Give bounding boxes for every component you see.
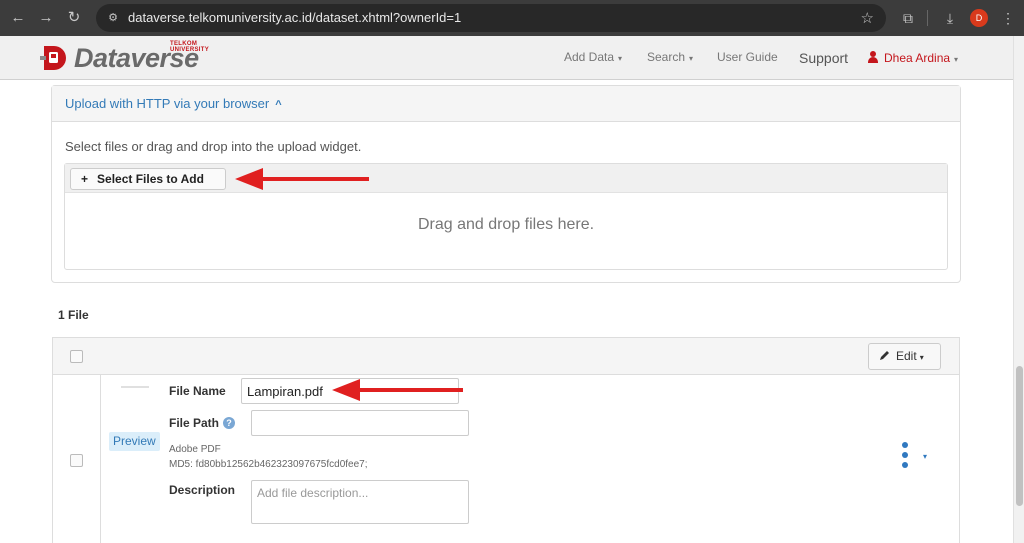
- chevron-down-icon[interactable]: ▾: [923, 452, 927, 461]
- upload-header-link[interactable]: Upload with HTTP via your browser ^: [65, 96, 282, 111]
- browser-menu-icon[interactable]: ⋮: [998, 8, 1018, 28]
- file-row-checkbox[interactable]: [70, 454, 83, 467]
- file-count: 1 File: [58, 308, 89, 322]
- file-table-header: Edit ▾: [53, 338, 959, 375]
- download-icon[interactable]: ⤓: [940, 8, 960, 28]
- nav-search-label: Search: [647, 50, 686, 64]
- extensions-icon[interactable]: ⧉: [898, 8, 918, 28]
- column-divider: [100, 375, 101, 543]
- file-name-label: File Name: [169, 384, 226, 398]
- chevron-down-icon: ▾: [919, 353, 924, 362]
- file-preview-link[interactable]: Preview: [109, 432, 160, 451]
- logo-subtitle: TELKOM UNIVERSITY: [170, 41, 210, 53]
- url-text[interactable]: dataverse.telkomuniversity.ac.id/dataset…: [128, 10, 461, 25]
- chevron-down-icon: ▾: [689, 54, 694, 63]
- dataverse-logo-icon: [40, 46, 66, 70]
- bookmark-star-icon[interactable]: ☆: [861, 9, 874, 27]
- select-files-button[interactable]: + Select Files to Add: [70, 168, 226, 190]
- nav-add-data[interactable]: Add Data ▾: [564, 50, 622, 64]
- nav-user-guide[interactable]: User Guide: [717, 50, 778, 64]
- annotation-arrow-icon: [235, 168, 369, 190]
- profile-avatar[interactable]: D: [970, 9, 988, 27]
- chevron-down-icon: ▾: [954, 55, 959, 64]
- annotation-arrow-icon: [332, 379, 463, 401]
- upload-widget[interactable]: + Select Files to Add Drag and drop files…: [64, 163, 948, 270]
- nav-add-data-label: Add Data: [564, 50, 615, 64]
- dataverse-logo[interactable]: Dataverse TELKOM UNIVERSITY: [40, 41, 210, 75]
- chevron-up-icon: ^: [275, 99, 282, 111]
- scrollbar-thumb[interactable]: [1016, 366, 1023, 506]
- reload-icon[interactable]: ↻: [64, 8, 84, 28]
- toolbar-divider: [927, 10, 928, 26]
- upload-widget-bar: + Select Files to Add: [65, 164, 947, 193]
- file-md5: MD5: fd80bb12562b462323097675fcd0fee7;: [169, 459, 368, 470]
- plus-icon: +: [81, 172, 89, 186]
- file-options-kebab-icon[interactable]: [901, 442, 909, 468]
- file-table: Edit▾ Preview File Name File Path? Adobe…: [52, 337, 960, 543]
- browser-toolbar: ← → ↻ ⚙ dataverse.telkomuniversity.ac.id…: [0, 0, 1024, 36]
- description-label: Description: [169, 483, 236, 497]
- upload-hint: Select files or drag and drop into the u…: [65, 139, 362, 154]
- select-files-label: Select Files to Add: [97, 172, 204, 186]
- select-all-checkbox[interactable]: [70, 350, 83, 363]
- nav-support[interactable]: Support: [799, 50, 848, 66]
- help-icon[interactable]: ?: [223, 417, 236, 429]
- upload-header-label: Upload with HTTP via your browser: [65, 96, 270, 111]
- site-navbar: Dataverse TELKOM UNIVERSITY Add Data ▾ Se…: [0, 36, 1013, 80]
- nav-search[interactable]: Search ▾: [647, 50, 693, 64]
- pencil-icon: [880, 351, 889, 360]
- forward-icon[interactable]: →: [36, 8, 56, 28]
- page-scrollbar[interactable]: [1013, 36, 1024, 543]
- site-settings-icon[interactable]: ⚙: [106, 11, 120, 25]
- file-path-label-text: File Path: [169, 416, 220, 430]
- back-icon[interactable]: ←: [8, 8, 28, 28]
- address-bar[interactable]: ⚙ dataverse.telkomuniversity.ac.id/datas…: [96, 4, 886, 32]
- description-textarea[interactable]: [251, 480, 469, 524]
- chevron-down-icon: ▾: [618, 54, 623, 63]
- edit-files-label: Edit: [896, 349, 917, 363]
- user-name: Dhea Ardina: [884, 51, 951, 65]
- upload-panel: Upload with HTTP via your browser ^ Selec…: [51, 85, 961, 283]
- edit-files-button[interactable]: Edit ▾: [868, 343, 941, 370]
- file-type: Adobe PDF: [169, 444, 221, 455]
- drop-zone-text: Drag and drop files here.: [417, 216, 595, 233]
- file-path-input[interactable]: [251, 410, 469, 436]
- upload-panel-header[interactable]: Upload with HTTP via your browser ^: [52, 86, 960, 122]
- file-path-label: File Path?: [169, 416, 236, 430]
- nav-user-menu[interactable]: Dhea Ardina ▾: [868, 50, 958, 65]
- file-thumbnail: [121, 386, 149, 388]
- user-icon: [868, 51, 878, 63]
